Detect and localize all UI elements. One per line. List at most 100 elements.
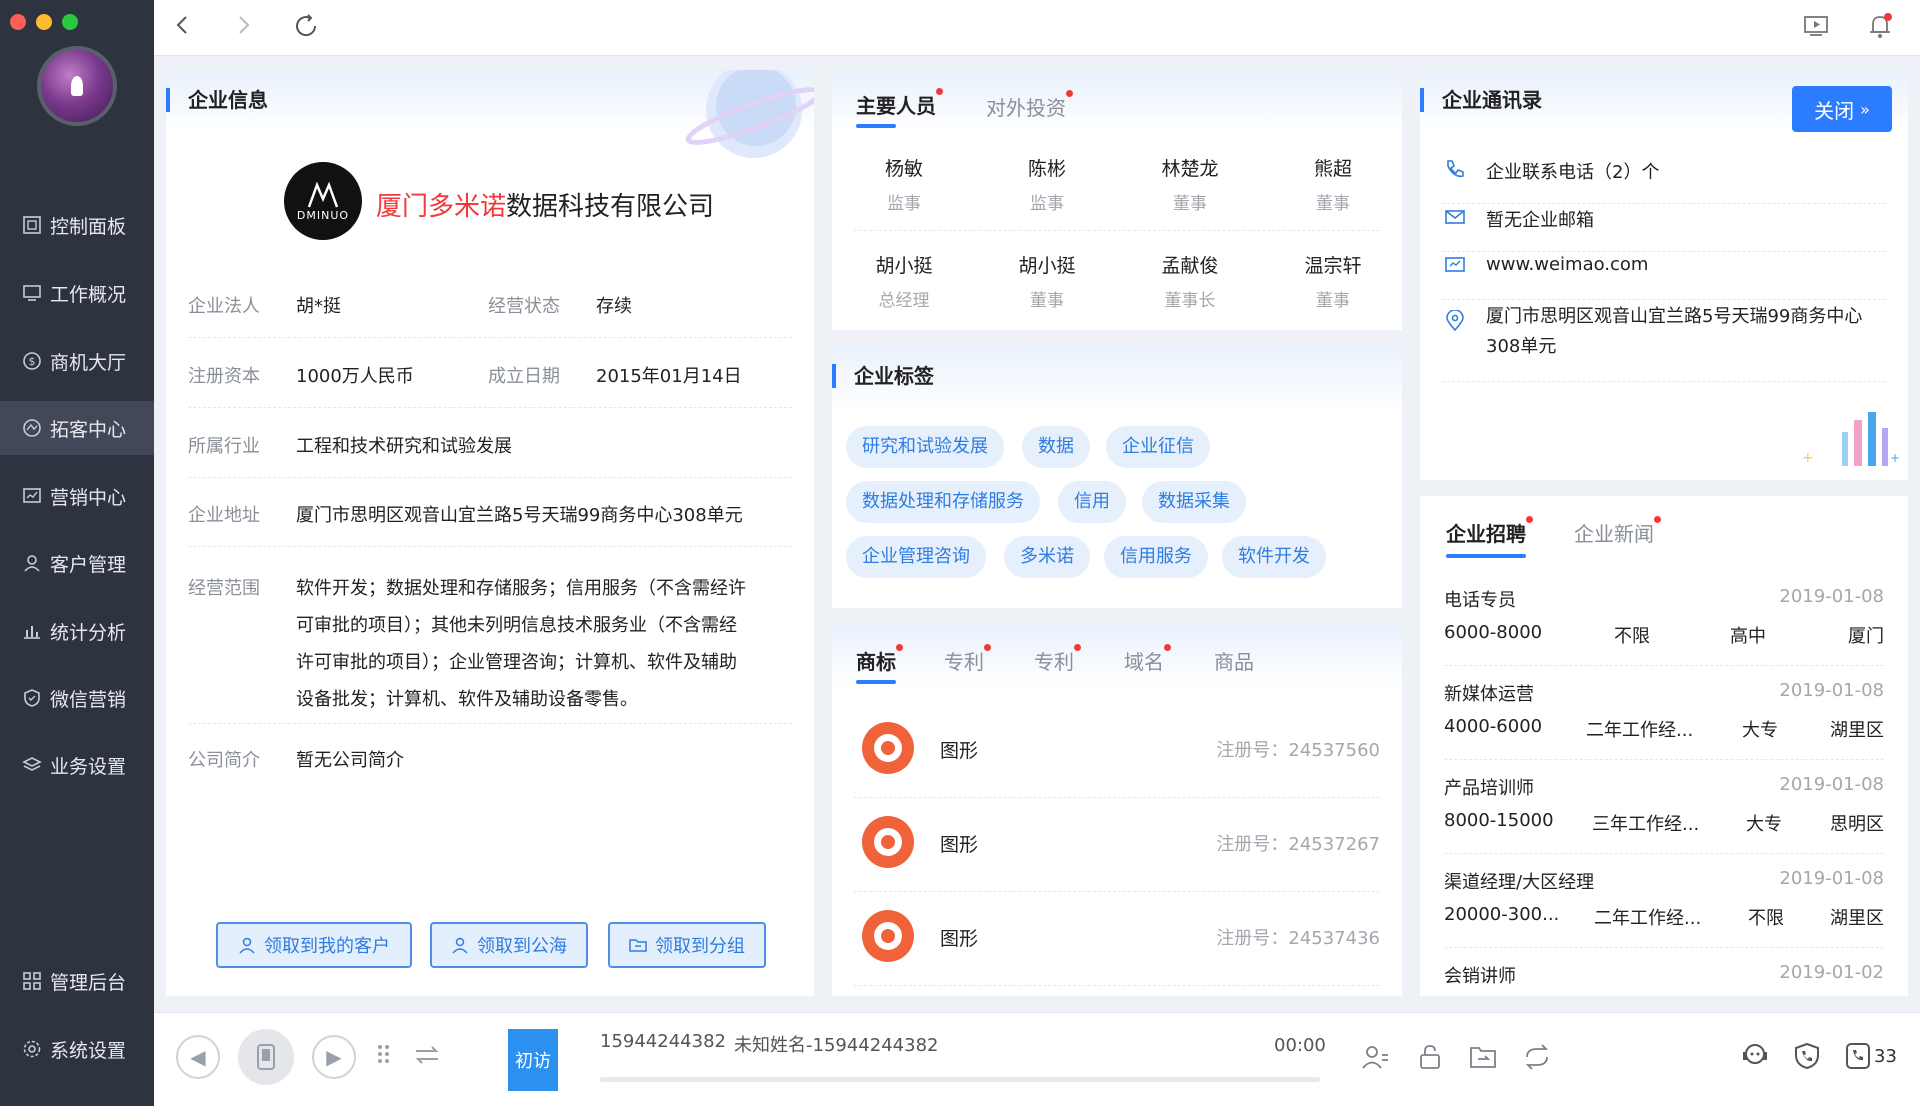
tab-products[interactable]: 商品 <box>1214 646 1254 675</box>
export-icon[interactable] <box>1468 1043 1498 1077</box>
sidebar-item-wechat[interactable]: 微信营销 <box>0 671 154 725</box>
dialpad-icon[interactable] <box>376 1043 398 1073</box>
person-item[interactable]: 胡小挺 董事 <box>975 251 1119 311</box>
person-item[interactable]: 陈彬 监事 <box>975 154 1119 214</box>
contact-card-icon[interactable] <box>1360 1043 1390 1077</box>
tab-key-personnel[interactable]: 主要人员 <box>856 88 943 119</box>
key-personnel-panel: 主要人员 对外投资 杨敏 监事 陈彬 监事 林楚龙 董事 熊超 董事 胡小挺 总经理 胡小… <box>832 70 1402 330</box>
tag[interactable]: 数据 <box>1022 426 1090 468</box>
sidebar-item-dashboard[interactable]: 控制面板 <box>0 198 154 252</box>
job-row[interactable]: 电话专员 2019-01-08 6000-8000 不限 高中 厦门 <box>1444 572 1884 666</box>
swap-icon[interactable] <box>1522 1043 1552 1077</box>
trademark-row[interactable]: 图形 注册号：24537436 <box>854 892 1380 986</box>
tag[interactable]: 信用服务 <box>1104 536 1208 578</box>
claim-to-my-customers-button[interactable]: 领取到我的客户 <box>216 922 412 968</box>
sidebar-item-business-settings[interactable]: 业务设置 <box>0 738 154 792</box>
job-row[interactable]: 会销讲师 2019-01-02 <box>1444 948 1884 996</box>
bell-icon[interactable] <box>1866 12 1894 47</box>
close-window-button[interactable] <box>10 14 26 30</box>
sidebar-item-marketing[interactable]: 营销中心 <box>0 469 154 523</box>
panel-title: 企业标签 <box>832 364 934 388</box>
call-count[interactable]: 33 <box>1844 1041 1897 1071</box>
company-tags-panel: 企业标签 研究和试验发展 数据 企业征信 数据处理和存储服务 信用 数据采集 企… <box>832 346 1402 608</box>
job-row[interactable]: 产品培训师 2019-01-08 8000-15000 三年工作经... 大专 … <box>1444 760 1884 854</box>
first-visit-badge[interactable]: 初访 <box>508 1029 558 1091</box>
sidebar-item-label: 业务设置 <box>50 755 127 778</box>
tab-domains[interactable]: 域名 <box>1124 644 1171 675</box>
contact-website[interactable]: www.weimao.com <box>1442 254 1886 300</box>
sidebar-item-customers[interactable]: 客户管理 <box>0 536 154 590</box>
info-row-scope: 经营范围 软件开发；数据处理和存储服务；信用服务（不含需经许 可审批的项目）；其… <box>188 570 792 724</box>
notification-dot <box>1526 516 1533 523</box>
recruitment-panel: 企业招聘 企业新闻 电话专员 2019-01-08 6000-8000 不限 高… <box>1420 496 1908 996</box>
forward-icon[interactable] <box>230 12 256 45</box>
trademark-row[interactable]: 图形 注册号：24537560 <box>854 704 1380 798</box>
info-row-capital: 注册资本 1000万人民币 成立日期 2015年01月14日 <box>188 362 792 408</box>
contact-email[interactable]: 暂无企业邮箱 <box>1442 206 1886 252</box>
sidebar-item-label: 控制面板 <box>50 215 127 238</box>
person-item[interactable]: 林楚龙 董事 <box>1118 154 1262 214</box>
industry: 工程和技术研究和试验发展 <box>296 436 512 457</box>
phone-device-button[interactable] <box>238 1029 294 1085</box>
info-row-address: 企业地址 厦门市思明区观音山宜兰路5号天瑞99商务中心308单元 <box>188 501 792 547</box>
person-item[interactable]: 杨敏 监事 <box>832 154 976 214</box>
tag[interactable]: 软件开发 <box>1222 536 1326 578</box>
tag[interactable]: 多米诺 <box>1004 536 1090 578</box>
prev-button[interactable]: ◀ <box>176 1035 220 1079</box>
person-item[interactable]: 孟献俊 董事长 <box>1118 251 1262 311</box>
shield-phone-icon[interactable] <box>1792 1041 1822 1077</box>
bars-decoration-icon: + + <box>1802 412 1900 466</box>
tag[interactable]: 研究和试验发展 <box>846 426 1004 468</box>
maximize-window-button[interactable] <box>62 14 78 30</box>
trademark-row[interactable]: 图形 注册号：24537267 <box>854 798 1380 892</box>
person-item[interactable]: 熊超 董事 <box>1261 154 1402 214</box>
sidebar-item-label: 统计分析 <box>50 621 127 644</box>
tab-recruitment[interactable]: 企业招聘 <box>1446 516 1533 547</box>
contact-phone[interactable]: 企业联系电话（2）个 <box>1442 158 1886 204</box>
sidebar-item-prospecting[interactable]: 拓客中心 <box>0 401 154 455</box>
claim-to-group-button[interactable]: 领取到分组 <box>608 922 766 968</box>
tab-news[interactable]: 企业新闻 <box>1574 516 1661 547</box>
monitor-icon <box>22 283 42 303</box>
tab-trademarks[interactable]: 商标 <box>856 644 903 675</box>
panel-title: 企业通讯录 <box>1420 88 1542 112</box>
tab-underline <box>856 680 896 684</box>
sidebar-item-system-settings[interactable]: 系统设置 <box>0 1022 154 1076</box>
close-button[interactable]: 关闭 » <box>1792 86 1892 132</box>
sidebar-item-label: 商机大厅 <box>50 351 127 374</box>
tab-investments[interactable]: 对外投资 <box>986 90 1073 121</box>
person-item[interactable]: 温宗轩 董事 <box>1261 251 1402 311</box>
screen-play-icon[interactable] <box>1802 12 1830 47</box>
tag[interactable]: 信用 <box>1058 481 1126 523</box>
sidebar-item-overview[interactable]: 工作概况 <box>0 266 154 320</box>
business-scope: 软件开发；数据处理和存储服务；信用服务（不含需经许 可审批的项目）；其他未列明信… <box>296 578 746 710</box>
agent-icon[interactable] <box>1740 1041 1770 1077</box>
tag[interactable]: 数据处理和存储服务 <box>846 481 1040 523</box>
notification-dot <box>984 644 991 651</box>
lock-icon[interactable] <box>1418 1043 1442 1077</box>
avatar[interactable] <box>37 46 117 126</box>
sidebar-item-admin[interactable]: 管理后台 <box>0 954 154 1008</box>
sidebar-item-statistics[interactable]: 统计分析 <box>0 604 154 658</box>
next-button[interactable]: ▶ <box>312 1035 356 1079</box>
tag[interactable]: 数据采集 <box>1142 481 1246 523</box>
trademark-logo <box>862 816 914 868</box>
sidebar-item-opportunities[interactable]: $ 商机大厅 <box>0 334 154 388</box>
transfer-icon[interactable] <box>412 1041 442 1075</box>
person-item[interactable]: 胡小挺 总经理 <box>832 251 976 311</box>
call-timer: 00:00 <box>1274 1035 1326 1056</box>
contact-address[interactable]: 厦门市思明区观音山宜兰路5号天瑞99商务中心 308单元 <box>1442 302 1886 382</box>
claim-to-public-pool-button[interactable]: 领取到公海 <box>430 922 588 968</box>
tab-patents-2[interactable]: 专利 <box>1034 644 1081 675</box>
call-progress-bar <box>600 1077 1320 1082</box>
refresh-icon[interactable] <box>292 12 320 47</box>
sidebar-item-label: 拓客中心 <box>50 418 127 441</box>
back-icon[interactable] <box>170 12 196 45</box>
tab-patents[interactable]: 专利 <box>944 644 991 675</box>
tag[interactable]: 企业征信 <box>1106 426 1210 468</box>
company-name-highlight: 厦门多米诺 <box>376 192 507 222</box>
job-row[interactable]: 渠道经理/大区经理 2019-01-08 20000-300... 二年工作经.… <box>1444 854 1884 948</box>
minimize-window-button[interactable] <box>36 14 52 30</box>
job-row[interactable]: 新媒体运营 2019-01-08 4000-6000 二年工作经... 大专 湖… <box>1444 666 1884 760</box>
tag[interactable]: 企业管理咨询 <box>846 536 986 578</box>
